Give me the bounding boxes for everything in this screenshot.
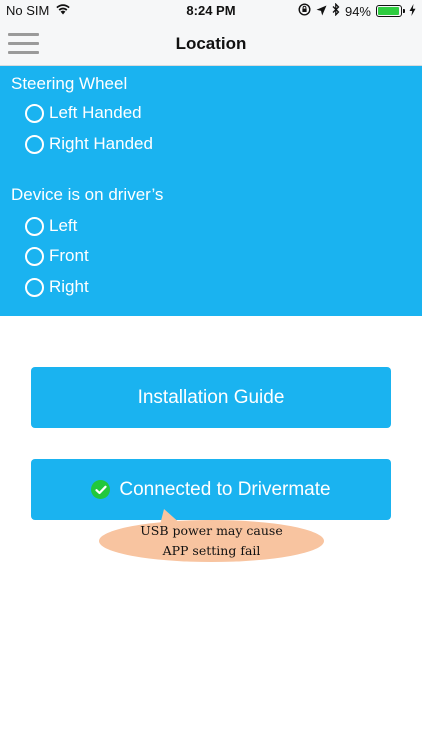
tooltip-line-2: APP setting fail xyxy=(162,543,261,558)
battery-icon xyxy=(376,5,405,17)
check-circle-icon xyxy=(91,480,111,499)
radio-left-handed[interactable]: Left Handed xyxy=(25,103,142,123)
radio-label: Left Handed xyxy=(49,103,142,122)
tooltip-line-1: USB power may cause xyxy=(140,523,283,538)
radio-label: Front xyxy=(49,246,89,265)
orientation-lock-icon xyxy=(298,3,311,19)
connected-label: Connected to Drivermate xyxy=(119,478,331,500)
radio-right-handed[interactable]: Right Handed xyxy=(25,134,153,154)
radio-label: Right xyxy=(49,277,89,296)
battery-percent: 94% xyxy=(344,3,371,19)
location-settings-panel: Steering Wheel Left Handed Right Handed … xyxy=(0,66,422,316)
radio-label: Left xyxy=(49,216,78,235)
radio-unselected-icon xyxy=(25,246,44,266)
radio-device-left[interactable]: Left xyxy=(25,216,77,236)
radio-unselected-icon xyxy=(25,134,44,154)
battery-fill xyxy=(378,7,399,15)
installation-guide-button[interactable]: Installation Guide xyxy=(31,367,391,428)
usb-power-warning-tooltip: USB power may cause APP setting fail xyxy=(99,520,324,562)
charging-bolt-icon xyxy=(409,3,416,19)
radio-unselected-icon xyxy=(25,277,44,297)
radio-unselected-icon xyxy=(25,216,44,236)
installation-guide-label: Installation Guide xyxy=(137,386,285,408)
page-title: Location xyxy=(175,34,247,53)
location-arrow-icon xyxy=(316,4,327,19)
status-bar: No SIM 8:24 PM 94% xyxy=(0,0,422,22)
device-position-title: Device is on driver’s xyxy=(11,185,164,204)
radio-label: Right Handed xyxy=(49,134,153,153)
nav-bar: Location xyxy=(0,22,422,66)
status-bar-right: 94% xyxy=(298,2,416,19)
steering-wheel-title: Steering Wheel xyxy=(11,74,128,93)
connected-to-drivermate-button[interactable]: Connected to Drivermate xyxy=(31,459,391,520)
radio-device-right[interactable]: Right xyxy=(25,277,89,297)
radio-unselected-icon xyxy=(25,103,44,123)
radio-device-front[interactable]: Front xyxy=(25,246,89,266)
bluetooth-icon xyxy=(332,2,340,19)
